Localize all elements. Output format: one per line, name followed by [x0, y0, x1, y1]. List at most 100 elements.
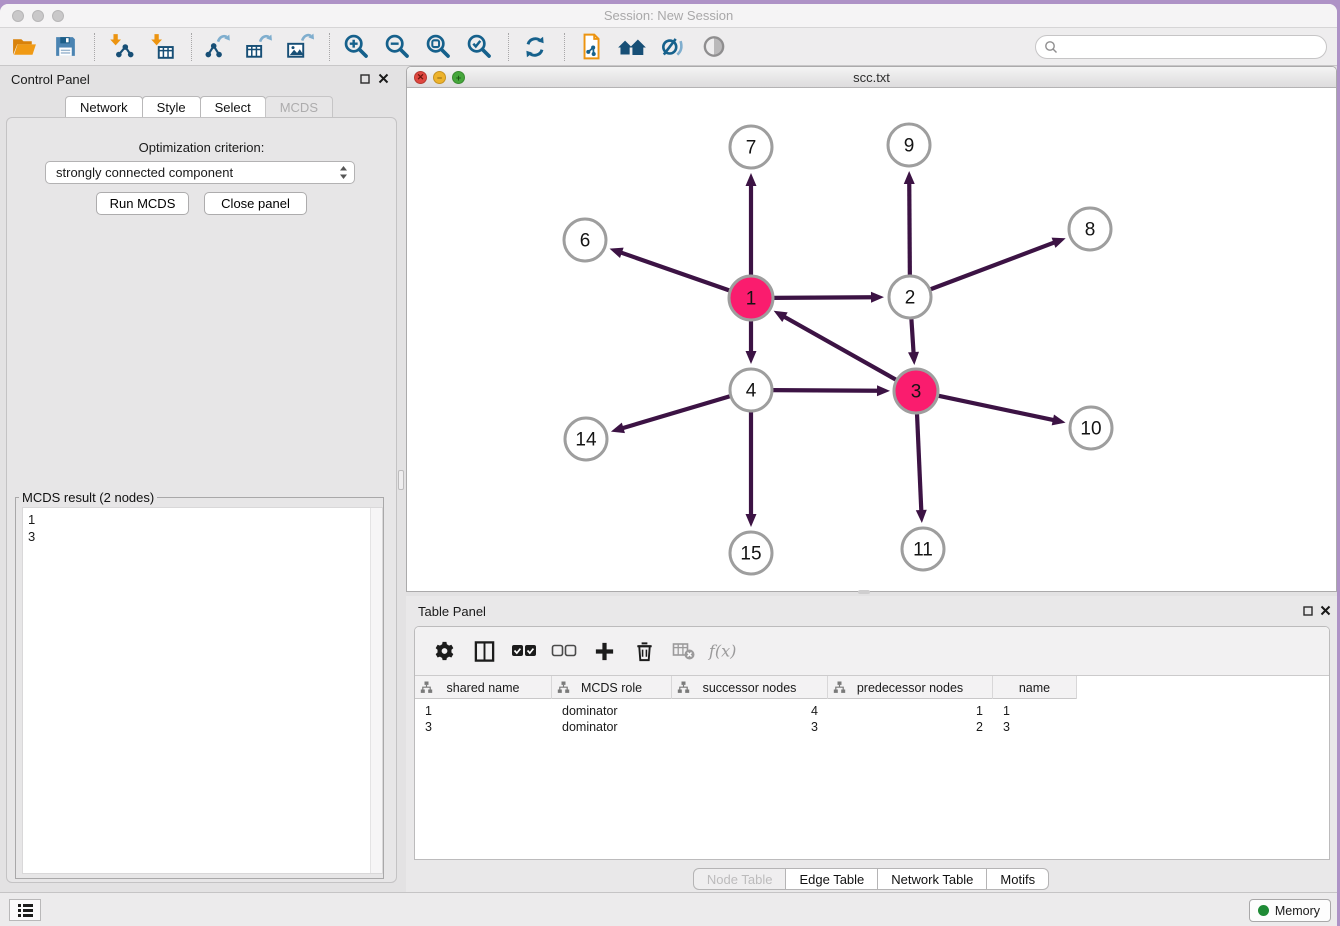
table-row[interactable]: 3 dominator 3 2 3 [415, 719, 1329, 735]
zoom-fit-button[interactable] [422, 31, 454, 63]
graph-edge-1-2[interactable] [773, 297, 873, 298]
divider-grip[interactable] [398, 470, 404, 490]
search-input[interactable] [1058, 38, 1326, 56]
status-bar: Memory [0, 892, 1337, 926]
criterion-value: strongly connected component [56, 165, 233, 180]
export-table-button[interactable] [243, 31, 275, 63]
toolbar-separator [564, 33, 565, 61]
memory-button[interactable]: Memory [1249, 899, 1331, 922]
folder-open-icon [11, 34, 38, 59]
delete-columns-button[interactable] [627, 634, 661, 668]
graph-edge-2-8[interactable] [931, 242, 1056, 289]
show-task-history-button[interactable] [9, 899, 41, 921]
mcds-scrollbar[interactable] [370, 508, 382, 873]
network-window-titlebar[interactable]: ✕ − + scc.txt [407, 67, 1336, 88]
network-canvas[interactable]: 7968124314101511 [407, 88, 1336, 592]
column-header-mcds-role[interactable]: MCDS role [552, 676, 672, 699]
cell-name[interactable]: 3 [993, 719, 1077, 735]
graph-edge-2-9[interactable] [909, 182, 910, 275]
panel-divider[interactable] [397, 66, 406, 892]
cell-shared-name[interactable]: 3 [415, 719, 552, 735]
graph-edge-4-3[interactable] [773, 390, 879, 391]
save-session-button[interactable] [49, 31, 81, 63]
column-header-successor-nodes[interactable]: successor nodes [672, 676, 828, 699]
column-header-predecessor-nodes[interactable]: predecessor nodes [828, 676, 993, 699]
graph-arrowhead [746, 514, 757, 527]
delete-table-button[interactable] [667, 634, 701, 668]
export-image-button[interactable] [284, 31, 316, 63]
app-title: Session: New Session [0, 8, 1337, 23]
graph-arrowhead [1052, 415, 1066, 426]
cell-mcds-role[interactable]: dominator [552, 719, 672, 735]
table-toolbar: f(x) [415, 627, 1329, 676]
export-network-button[interactable] [202, 31, 234, 63]
cell-successor-nodes[interactable]: 3 [672, 719, 828, 735]
zoom-out-icon [384, 33, 411, 60]
canvas-resize-grip[interactable] [858, 590, 870, 594]
tab-edge-table[interactable]: Edge Table [785, 868, 878, 890]
deselect-all-columns-button[interactable] [547, 634, 581, 668]
column-header-name[interactable]: name [993, 676, 1077, 699]
mcds-result-textarea[interactable]: 1 3 [22, 507, 383, 874]
tab-mcds[interactable]: MCDS [265, 96, 333, 118]
graph-edge-3-10[interactable] [938, 396, 1055, 421]
graph-edge-1-6[interactable] [620, 252, 730, 291]
show-hide-eye-button[interactable] [698, 31, 730, 63]
tab-select[interactable]: Select [200, 96, 266, 118]
graph-node-label: 9 [904, 136, 915, 157]
zoom-out-button[interactable] [381, 31, 413, 63]
table-row[interactable]: 1 dominator 4 1 1 [415, 703, 1329, 719]
refresh-layout-button[interactable] [519, 31, 551, 63]
cell-name[interactable]: 1 [993, 703, 1077, 719]
close-panel-x-button[interactable] [377, 72, 390, 85]
open-session-button[interactable] [8, 31, 40, 63]
import-table-button[interactable] [146, 31, 178, 63]
zoom-selected-icon [466, 33, 493, 60]
create-column-button[interactable] [587, 634, 621, 668]
cell-predecessor-nodes[interactable]: 2 [828, 719, 993, 735]
table-close-button[interactable] [1319, 604, 1332, 617]
close-panel-button[interactable]: Close panel [204, 192, 307, 215]
network-graph[interactable]: 7968124314101511 [407, 88, 1336, 592]
graph-arrowhead [611, 423, 625, 434]
tab-network-label: Network [80, 100, 128, 115]
zoom-in-button[interactable] [340, 31, 372, 63]
home-view-button[interactable] [616, 31, 648, 63]
table-settings-button[interactable] [427, 634, 461, 668]
zoom-selected-button[interactable] [463, 31, 495, 63]
toggle-panel-columns-button[interactable] [467, 634, 501, 668]
network-title: scc.txt [407, 70, 1336, 85]
function-builder-button[interactable]: f(x) [707, 634, 741, 668]
tab-motifs-label: Motifs [1000, 872, 1035, 887]
table-body: 1 dominator 4 1 1 3 dominator 3 2 3 [415, 699, 1329, 859]
tab-node-table[interactable]: Node Table [693, 868, 787, 890]
copy-network-button[interactable] [575, 31, 607, 63]
graph-edge-3-11[interactable] [917, 413, 921, 512]
graph-edge-2-3[interactable] [911, 319, 913, 354]
tab-style[interactable]: Style [142, 96, 201, 118]
cell-shared-name[interactable]: 1 [415, 703, 552, 719]
graph-edge-3-1[interactable] [783, 316, 897, 380]
tab-network[interactable]: Network [65, 96, 143, 118]
import-network-button[interactable] [105, 31, 137, 63]
function-fx-icon: f(x) [707, 639, 741, 663]
column-label: MCDS role [581, 681, 642, 695]
column-type-icon [420, 681, 433, 694]
toggle-graphics-details-button[interactable] [657, 31, 689, 63]
graph-edge-4-14[interactable] [621, 396, 729, 428]
tab-network-table[interactable]: Network Table [877, 868, 987, 890]
column-header-shared-name[interactable]: shared name [415, 676, 552, 699]
criterion-select[interactable]: strongly connected component [45, 161, 355, 184]
select-all-columns-button[interactable] [507, 634, 541, 668]
memory-status-dot [1258, 905, 1269, 916]
tab-motifs[interactable]: Motifs [986, 868, 1049, 890]
table-float-button[interactable] [1301, 604, 1314, 617]
graph-node-label: 4 [746, 381, 757, 402]
tab-network-table-label: Network Table [891, 872, 973, 887]
cell-successor-nodes[interactable]: 4 [672, 703, 828, 719]
cell-mcds-role[interactable]: dominator [552, 703, 672, 719]
cell-predecessor-nodes[interactable]: 1 [828, 703, 993, 719]
run-mcds-button[interactable]: Run MCDS [96, 192, 189, 215]
refresh-icon [521, 33, 549, 61]
float-panel-button[interactable] [358, 72, 371, 85]
